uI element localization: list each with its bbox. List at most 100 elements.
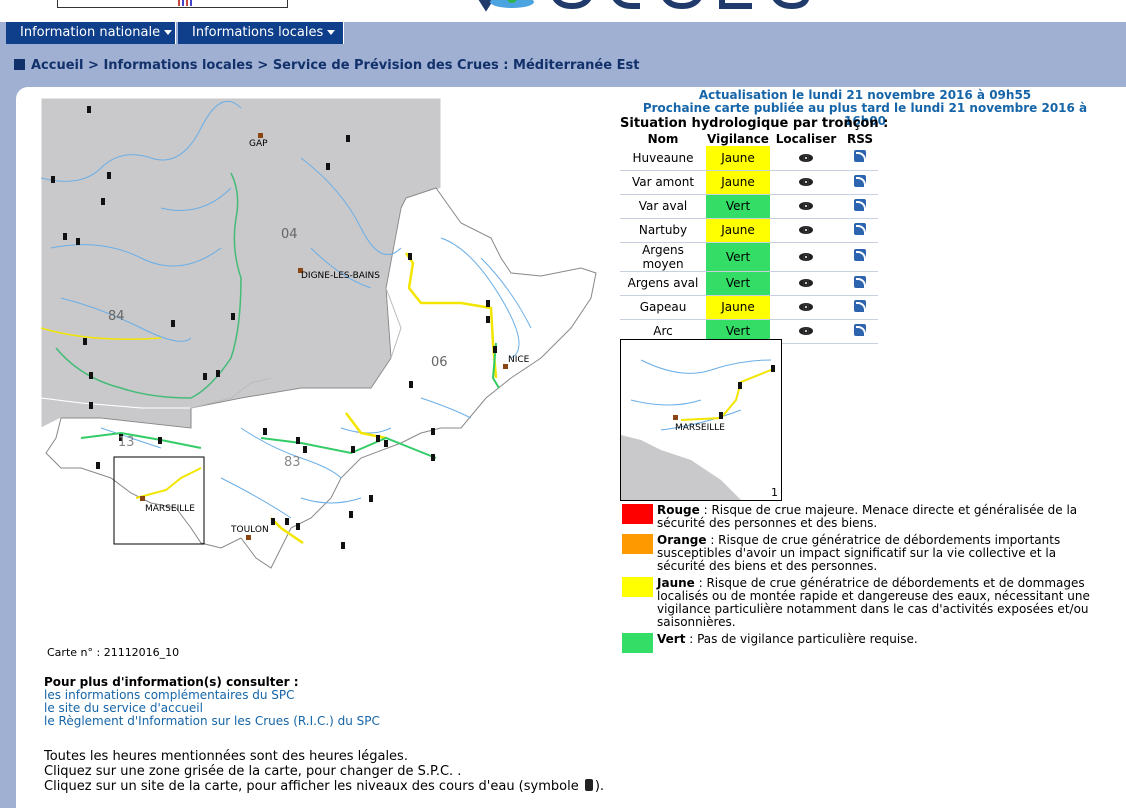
station-icon [171, 320, 175, 327]
station-icon [63, 233, 67, 240]
station-icon [158, 437, 162, 444]
rss-icon[interactable] [854, 249, 866, 261]
vigilance-table: Nom Vigilance Localiser RSS Huveaune Jaun… [620, 132, 878, 344]
breadcrumb-home[interactable]: Accueil [31, 58, 83, 73]
rss-icon[interactable] [854, 174, 866, 187]
station-icon [51, 176, 55, 183]
city-label-digne: DIGNE-LES-BAINS [301, 271, 380, 281]
station-icon [89, 402, 93, 409]
city-label-marseille: MARSEILLE [145, 504, 195, 514]
station-icon [83, 338, 87, 345]
legend-text: : Risque de crue majeure. Menace directe… [657, 503, 1078, 530]
rss-cell[interactable] [842, 242, 878, 272]
rss-icon[interactable] [854, 299, 866, 312]
rss-cell[interactable] [842, 295, 878, 320]
situation-title: Situation hydrologique par tronçon : [620, 116, 889, 131]
table-row: Argens aval Vert [620, 271, 878, 296]
eye-icon[interactable] [799, 178, 813, 186]
col-header-localiser: Localiser [775, 132, 837, 146]
troncon-name: Huveaune [620, 146, 706, 171]
station-icon [351, 446, 355, 453]
troncon-name: Var amont [620, 170, 706, 195]
vigilance-level: Jaune [706, 170, 770, 195]
rss-cell[interactable] [842, 146, 878, 171]
rss-icon[interactable] [854, 150, 866, 163]
station-icon [96, 462, 100, 469]
minimap-marseille[interactable]: MARSEILLE 1 [620, 339, 782, 501]
nav-information-nationale[interactable]: Information nationale [6, 22, 176, 44]
rss-icon[interactable] [854, 222, 866, 235]
rss-cell[interactable] [842, 170, 878, 195]
station-icon [263, 428, 267, 435]
legend-swatch-vert [622, 633, 653, 653]
station-icon[interactable] [771, 365, 775, 372]
station-icon[interactable] [719, 412, 723, 419]
localiser-cell[interactable] [770, 194, 842, 219]
eye-icon[interactable] [799, 327, 813, 335]
station-icon [431, 428, 435, 435]
table-header-row: Nom Vigilance Localiser RSS [620, 132, 878, 146]
breadcrumb-level1[interactable]: Informations locales [103, 58, 252, 73]
minimap-city-label: MARSEILLE [675, 423, 725, 433]
rss-icon[interactable] [854, 275, 866, 288]
map-number: Carte n° : 21112016_10 [44, 644, 183, 661]
dept-label-04: 04 [281, 227, 298, 242]
station-icon [369, 495, 373, 502]
vigilance-level: Jaune [706, 218, 770, 243]
note-station-end: ). [594, 779, 605, 794]
rss-cell[interactable] [842, 271, 878, 296]
troncon-name: Argens moyen [620, 242, 706, 272]
nav-item-label: Informations locales [192, 25, 324, 40]
troncon-name: Nartuby [620, 218, 706, 243]
eye-icon[interactable] [799, 226, 813, 234]
rss-icon[interactable] [854, 198, 866, 211]
ministry-logo [57, 0, 288, 8]
localiser-cell[interactable] [770, 170, 842, 195]
link-ric[interactable]: le Règlement d'Information sur les Crues… [44, 715, 380, 728]
localiser-cell[interactable] [770, 271, 842, 296]
station-icon [216, 370, 220, 377]
vigilance-map[interactable]: GAP 04 DIGNE-LES-BAINS 84 06 NICE 13 83 … [41, 98, 601, 588]
main-nav: Information nationale Informations local… [0, 22, 1126, 44]
legend-text: : Risque de crue génératrice de débordem… [657, 576, 1090, 629]
localiser-cell[interactable] [770, 242, 842, 272]
vigilance-level: Vert [706, 194, 770, 219]
more-info-header: Pour plus d'information(s) consulter : [44, 675, 299, 689]
rss-cell[interactable] [842, 194, 878, 219]
eye-icon[interactable] [799, 153, 813, 162]
breadcrumb-sep: > [257, 58, 269, 73]
station-icon [271, 518, 275, 525]
breadcrumb: Accueil > Informations locales > Service… [14, 58, 639, 73]
station-icon [341, 542, 345, 549]
vigilance-level: Vert [706, 242, 770, 272]
note-station-text: Cliquez sur un site de la carte, pour af… [44, 779, 583, 794]
legend-text: : Pas de vigilance particulière requise. [685, 632, 918, 646]
city-label-toulon: TOULON [230, 525, 269, 535]
rss-cell[interactable] [842, 319, 878, 344]
station-icon [101, 198, 105, 205]
troncon-name: Gapeau [620, 295, 706, 320]
legend-text: : Risque de crue génératrice de débordem… [657, 533, 1061, 573]
station-icon [431, 454, 435, 461]
eye-icon[interactable] [799, 252, 813, 261]
top-banner [0, 0, 1126, 22]
minimap-number: 1 [771, 486, 778, 499]
note-hours: Toutes les heures mentionnées sont des h… [44, 749, 408, 764]
table-row: Argens moyen Vert [620, 242, 878, 272]
table-row: Nartuby Jaune [620, 218, 878, 243]
rss-icon[interactable] [854, 323, 866, 336]
eye-icon[interactable] [799, 303, 813, 311]
legend-key: Rouge [657, 503, 700, 517]
localiser-cell[interactable] [770, 295, 842, 320]
nav-informations-locales[interactable]: Informations locales [178, 22, 344, 44]
city-marker-gap [258, 133, 263, 138]
eye-icon[interactable] [799, 202, 813, 210]
square-bullet-icon [14, 59, 25, 70]
city-label-nice: NICE [508, 355, 530, 365]
localiser-cell[interactable] [770, 218, 842, 243]
vigilance-level: Jaune [706, 295, 770, 320]
rss-cell[interactable] [842, 218, 878, 243]
eye-icon[interactable] [799, 279, 813, 287]
station-icon[interactable] [738, 382, 742, 389]
localiser-cell[interactable] [770, 146, 842, 171]
